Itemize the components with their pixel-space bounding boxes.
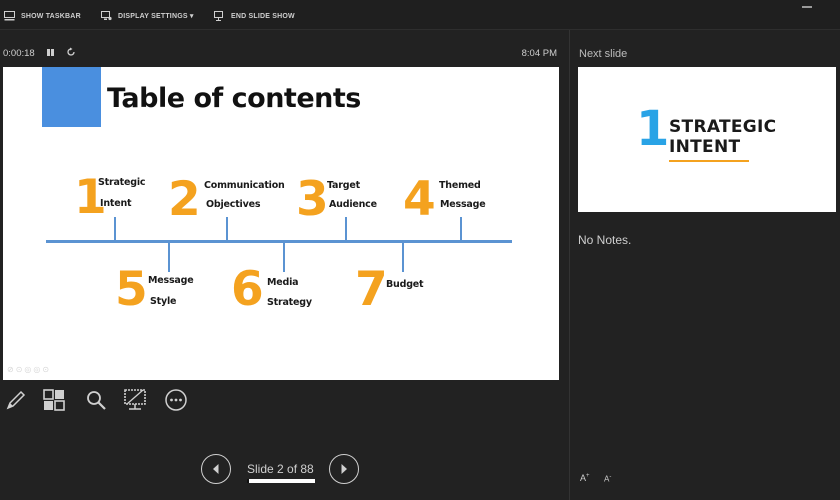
item-label-2-line1: Communication — [204, 180, 285, 191]
presenter-tools — [0, 386, 300, 416]
see-all-slides-icon — [43, 389, 65, 411]
previous-slide-button[interactable] — [201, 454, 231, 484]
title-accent-block — [42, 67, 101, 127]
restart-timer-icon[interactable] — [66, 47, 76, 57]
pause-icon[interactable] — [46, 48, 55, 58]
pen-tool-button[interactable] — [2, 386, 30, 414]
timeline-tick — [345, 217, 347, 241]
item-label-4-line2: Message — [440, 199, 486, 210]
pen-icon — [6, 390, 26, 410]
display-icon — [101, 11, 112, 21]
zoom-button[interactable] — [82, 386, 110, 414]
item-label-7-line1: Budget — [386, 279, 424, 290]
item-label-5-line2: Style — [150, 296, 177, 307]
next-slide-preview[interactable]: 1 STRATEGIC INTENT — [578, 67, 836, 212]
display-settings-label: DISPLAY SETTINGS ▾ — [118, 13, 194, 20]
timer-row: 0:00:18 8:04 PM — [0, 44, 570, 62]
item-label-3-line2: Audience — [329, 199, 377, 210]
zoom-icon — [87, 391, 106, 410]
slide-counter: Slide 2 of 88 — [247, 462, 314, 476]
black-screen-button[interactable] — [121, 386, 149, 414]
item-number-7: 7 — [355, 262, 388, 317]
item-label-6-line2: Strategy — [267, 297, 312, 308]
increase-font-button[interactable]: A+ — [580, 473, 590, 483]
decrease-font-button[interactable]: A- — [604, 474, 611, 484]
more-options-icon — [165, 389, 187, 411]
end-show-icon — [214, 11, 223, 21]
minimize-icon[interactable] — [802, 6, 812, 8]
item-number-2: 2 — [168, 172, 201, 227]
timeline-tick — [114, 217, 116, 241]
item-label-4-line1: Themed — [439, 180, 481, 191]
black-screen-icon — [124, 389, 146, 410]
display-settings-button[interactable]: DISPLAY SETTINGS ▾ — [101, 8, 194, 24]
next-slide-label: Next slide — [579, 48, 628, 60]
next-slide-button[interactable] — [329, 454, 359, 484]
slide-progress-fill — [247, 479, 249, 483]
presenter-toolbar: SHOW TASKBAR DISPLAY SETTINGS ▾ END SLID… — [0, 0, 840, 30]
timeline-tick — [226, 217, 228, 241]
item-label-1-line2: Intent — [100, 198, 132, 209]
next-slide-number: 1 — [636, 101, 670, 157]
chevron-left-icon — [213, 464, 219, 474]
item-number-3: 3 — [296, 172, 329, 227]
item-number-5: 5 — [115, 262, 148, 317]
item-number-6: 6 — [231, 262, 264, 317]
speaker-notes[interactable]: No Notes. — [578, 233, 631, 247]
item-label-5-line1: Message — [148, 275, 194, 286]
item-label-3-line1: Target — [327, 180, 360, 191]
item-label-1-line1: Strategic — [98, 177, 146, 188]
timeline-tick — [283, 242, 285, 272]
item-number-4: 4 — [403, 172, 436, 227]
slide-progress-bar[interactable] — [247, 479, 315, 483]
item-label-2-line2: Objectives — [206, 199, 261, 210]
more-options-button[interactable] — [162, 386, 190, 414]
slide-quick-tools[interactable]: ⊘⊙◎◎⊙ — [7, 365, 51, 374]
timeline-tick — [460, 217, 462, 241]
end-slide-show-button[interactable]: END SLIDE SHOW — [214, 8, 295, 24]
taskbar-icon — [4, 11, 15, 21]
timeline-tick — [168, 242, 170, 272]
next-slide-title-line2: INTENT — [669, 137, 741, 157]
next-slide-title-line1: STRATEGIC — [669, 117, 777, 137]
show-taskbar-label: SHOW TASKBAR — [21, 12, 81, 20]
next-slide-underline — [669, 160, 749, 162]
timeline-tick — [402, 242, 404, 272]
chevron-right-icon — [341, 464, 347, 474]
end-slide-show-label: END SLIDE SHOW — [231, 12, 295, 20]
item-label-6-line1: Media — [267, 277, 299, 288]
elapsed-timer: 0:00:18 — [3, 48, 35, 59]
slide-navigation: Slide 2 of 88 — [201, 454, 361, 486]
current-slide: Table of contents 1 Strategic Intent 2 C… — [3, 67, 559, 380]
slide-title: Table of contents — [107, 83, 361, 114]
see-all-slides-button[interactable] — [40, 386, 68, 414]
show-taskbar-button[interactable]: SHOW TASKBAR — [4, 8, 81, 24]
panel-divider — [569, 30, 570, 500]
current-time: 8:04 PM — [521, 48, 557, 59]
